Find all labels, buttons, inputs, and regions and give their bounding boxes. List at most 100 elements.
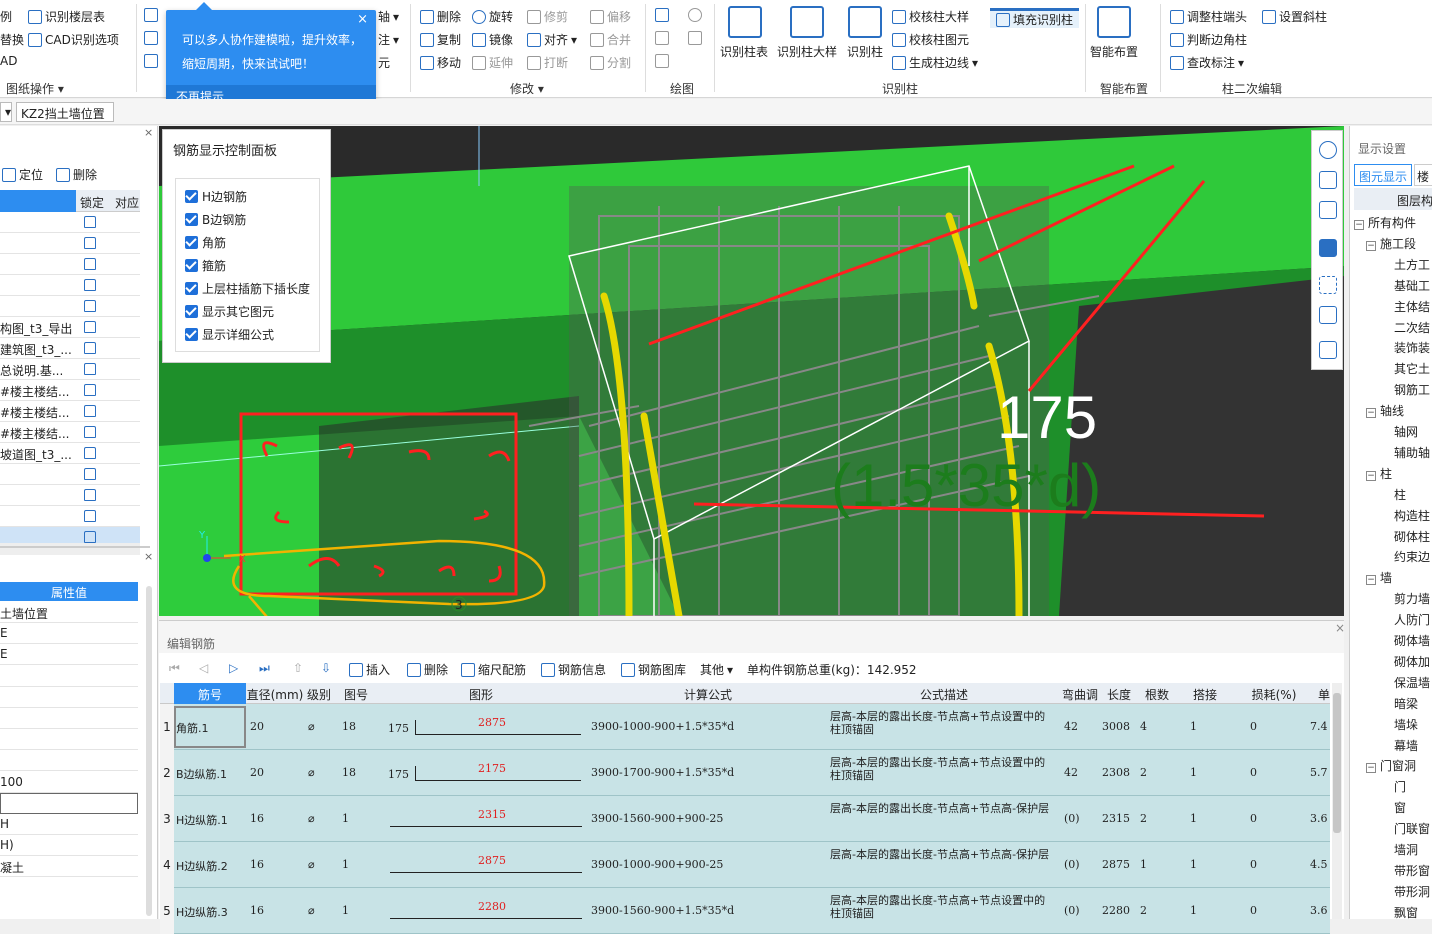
property-row[interactable]: E: [0, 623, 138, 645]
tree-node[interactable]: 窗: [1394, 799, 1406, 816]
rebar-display-checkbox[interactable]: B边钢筋: [185, 211, 246, 228]
doc-icon[interactable]: [1319, 341, 1337, 359]
rebar-library-button[interactable]: 钢筋图库: [621, 661, 686, 678]
collapse-icon[interactable]: −: [1366, 470, 1376, 481]
layer-row[interactable]: 建筑图_t3_...: [0, 338, 140, 359]
mirror-button[interactable]: 镜像: [472, 31, 513, 48]
trim-button[interactable]: 修剪: [527, 8, 568, 25]
collapse-icon[interactable]: −: [1366, 240, 1376, 251]
property-row[interactable]: [0, 687, 138, 708]
lock-icon[interactable]: [84, 321, 96, 333]
tree-node[interactable]: 轴网: [1394, 423, 1418, 440]
last-button[interactable]: ⏭: [259, 661, 270, 676]
tree-node[interactable]: 门: [1394, 778, 1406, 795]
align-button[interactable]: 对齐 ▾: [527, 31, 577, 48]
tab-element-display[interactable]: 图元显示: [1354, 164, 1412, 186]
collapse-icon[interactable]: −: [1354, 220, 1364, 230]
property-row[interactable]: [0, 708, 138, 729]
identify-column-detail-button[interactable]: 识别柱大样: [777, 43, 837, 60]
column-header[interactable]: 长度: [1100, 686, 1138, 703]
rebar-display-checkbox[interactable]: 箍筋: [185, 257, 226, 274]
insert-button[interactable]: 插入: [349, 661, 390, 678]
column-header[interactable]: 图号: [340, 686, 372, 703]
layer-row[interactable]: [0, 275, 140, 296]
lock-icon[interactable]: [84, 342, 96, 354]
close-icon[interactable]: ×: [357, 12, 368, 27]
element-combo[interactable]: KZ2挡土墙位置 ▾: [16, 102, 114, 136]
rebar-display-checkbox[interactable]: 上层柱插筋下插长度: [185, 280, 310, 297]
layer-row[interactable]: 构图_t3_导出: [0, 317, 140, 338]
tree-node[interactable]: − 轴线: [1366, 402, 1404, 419]
column-header[interactable]: 搭接: [1176, 686, 1234, 703]
layer-row[interactable]: [0, 296, 140, 317]
rect-tool[interactable]: [688, 31, 702, 45]
table-row[interactable]: 1 角筋.1 20 ⌀ 18 175 2875 3900-1000-900+1.…: [160, 704, 1330, 750]
chevron-down-icon[interactable]: ▾: [0, 102, 12, 122]
tree-node[interactable]: − 所有构件: [1354, 214, 1416, 231]
2d-view-icon[interactable]: [1319, 171, 1337, 189]
layer-row[interactable]: [0, 254, 140, 275]
first-button[interactable]: ⏮: [169, 661, 180, 676]
tree-node[interactable]: 装饰装: [1394, 339, 1430, 356]
lock-icon[interactable]: [84, 405, 96, 417]
lock-icon[interactable]: [84, 447, 96, 459]
lock-icon[interactable]: [84, 531, 96, 543]
tree-node[interactable]: 砌体墙: [1394, 632, 1430, 649]
identify-column-button[interactable]: 识别柱: [847, 43, 883, 60]
tree-node[interactable]: 土方工: [1394, 256, 1430, 273]
column-header[interactable]: 公式描述: [828, 686, 1060, 703]
lock-icon[interactable]: [84, 384, 96, 396]
tree-node[interactable]: − 门窗洞: [1366, 757, 1416, 774]
lock-icon[interactable]: [84, 510, 96, 522]
delete-row-button[interactable]: 删除: [407, 661, 448, 678]
layer-row[interactable]: [0, 233, 140, 254]
check-detail-button[interactable]: 校核柱大样: [892, 8, 969, 25]
move-up-button[interactable]: ⇧: [293, 661, 303, 675]
property-row[interactable]: [0, 666, 138, 687]
property-row[interactable]: 土墙位置: [0, 602, 138, 623]
modify-group-label[interactable]: 修改 ▾: [510, 80, 544, 97]
property-row[interactable]: H): [0, 835, 138, 857]
identify-column-table-button[interactable]: 识别柱表: [720, 43, 768, 60]
offset-button[interactable]: 偏移: [590, 8, 631, 25]
lock-icon[interactable]: [84, 489, 96, 501]
ribbon-item-example[interactable]: 例: [0, 8, 12, 25]
identify-floor-button[interactable]: 识别楼层表: [28, 8, 105, 25]
move-button[interactable]: 移动: [420, 54, 461, 71]
grid-v-scrollbar[interactable]: [1332, 683, 1342, 919]
tree-node[interactable]: 墙垛: [1394, 716, 1418, 733]
adjust-head-button[interactable]: 调整柱端头: [1170, 8, 1247, 25]
rebar-info-button[interactable]: 钢筋信息: [541, 661, 606, 678]
lock-icon[interactable]: [84, 426, 96, 438]
ribbon-small-icon[interactable]: [144, 31, 158, 45]
point-tool[interactable]: [655, 8, 669, 22]
tree-node[interactable]: 柱: [1394, 486, 1406, 503]
tree-node[interactable]: 二次结: [1394, 319, 1430, 336]
tree-node[interactable]: 钢筋工: [1394, 381, 1430, 398]
table-row[interactable]: 2 B边纵筋.1 20 ⌀ 18 175 2175 3900-1700-900+…: [160, 750, 1330, 796]
collapse-icon[interactable]: −: [1366, 763, 1376, 774]
move-down-button[interactable]: ⇩: [321, 661, 331, 675]
fill-identify-button[interactable]: 填充识别柱: [990, 8, 1080, 28]
ribbon-small-icon[interactable]: [144, 54, 158, 68]
h-scrollbar[interactable]: [0, 543, 140, 555]
tree-node[interactable]: 保温墙: [1394, 674, 1430, 691]
copy-button[interactable]: 复制: [420, 31, 461, 48]
column-header[interactable]: 筋号: [174, 686, 246, 703]
tree-node[interactable]: 剪力墙: [1394, 590, 1430, 607]
break-button[interactable]: 打断: [527, 54, 568, 71]
lock-icon[interactable]: [84, 279, 96, 291]
tree-node[interactable]: 基础工: [1394, 277, 1430, 294]
ribbon-item-replace[interactable]: 替换: [0, 31, 24, 48]
v-scrollbar[interactable]: [146, 586, 152, 916]
check-element-button[interactable]: 校核柱图元: [892, 31, 969, 48]
table-row[interactable]: 5 H边纵筋.3 16 ⌀ 1 2280 3900-1560-900+1.5*3…: [160, 888, 1330, 934]
column-header[interactable]: 计算公式: [588, 686, 828, 703]
collapse-icon[interactable]: −: [1366, 575, 1376, 586]
layer-row[interactable]: [0, 485, 140, 506]
layer-row[interactable]: #楼主楼结...: [0, 380, 140, 401]
split-button[interactable]: 分割: [590, 54, 631, 71]
tree-node[interactable]: 门联窗: [1394, 820, 1430, 837]
table-row[interactable]: 3 H边纵筋.1 16 ⌀ 1 2315 3900-1560-900+900-2…: [160, 796, 1330, 842]
property-row[interactable]: [0, 729, 138, 751]
